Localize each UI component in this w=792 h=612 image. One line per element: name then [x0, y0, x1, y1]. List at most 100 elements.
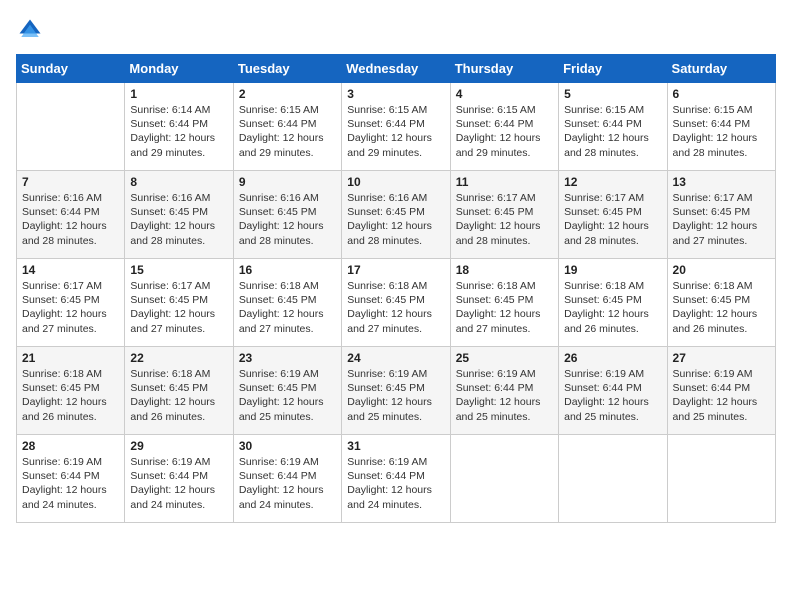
day-info: Sunrise: 6:19 AM Sunset: 6:44 PM Dayligh… [22, 455, 119, 512]
day-number: 10 [347, 175, 444, 189]
day-info: Sunrise: 6:19 AM Sunset: 6:44 PM Dayligh… [130, 455, 227, 512]
day-info: Sunrise: 6:15 AM Sunset: 6:44 PM Dayligh… [347, 103, 444, 160]
calendar-cell: 27 Sunrise: 6:19 AM Sunset: 6:44 PM Dayli… [667, 347, 775, 435]
calendar-cell: 2 Sunrise: 6:15 AM Sunset: 6:44 PM Daylig… [233, 83, 341, 171]
day-info: Sunrise: 6:16 AM Sunset: 6:44 PM Dayligh… [22, 191, 119, 248]
calendar-week-row: 1Sunrise: 6:14 AM Sunset: 6:44 PM Daylig… [17, 83, 776, 171]
day-number: 11 [456, 175, 553, 189]
day-number: 23 [239, 351, 336, 365]
calendar-cell: 31 Sunrise: 6:19 AM Sunset: 6:44 PM Dayli… [342, 435, 450, 523]
calendar-cell: 5 Sunrise: 6:15 AM Sunset: 6:44 PM Daylig… [559, 83, 667, 171]
weekday-header: Wednesday [342, 55, 450, 83]
day-number: 12 [564, 175, 661, 189]
weekday-header: Saturday [667, 55, 775, 83]
day-number: 15 [130, 263, 227, 277]
day-info: Sunrise: 6:15 AM Sunset: 6:44 PM Dayligh… [564, 103, 661, 160]
day-number: 16 [239, 263, 336, 277]
day-number: 20 [673, 263, 770, 277]
calendar-week-row: 28 Sunrise: 6:19 AM Sunset: 6:44 PM Dayli… [17, 435, 776, 523]
day-number: 8 [130, 175, 227, 189]
day-number: 17 [347, 263, 444, 277]
day-number: 31 [347, 439, 444, 453]
day-number: 18 [456, 263, 553, 277]
calendar-cell: 16 Sunrise: 6:18 AM Sunset: 6:45 PM Dayli… [233, 259, 341, 347]
calendar-cell: 28 Sunrise: 6:19 AM Sunset: 6:44 PM Dayli… [17, 435, 125, 523]
day-info: Sunrise: 6:19 AM Sunset: 6:44 PM Dayligh… [564, 367, 661, 424]
day-number: 1 [130, 87, 227, 101]
day-info: Sunrise: 6:15 AM Sunset: 6:44 PM Dayligh… [456, 103, 553, 160]
day-number: 21 [22, 351, 119, 365]
calendar-cell: 29Sunrise: 6:19 AM Sunset: 6:44 PM Dayli… [125, 435, 233, 523]
day-info: Sunrise: 6:19 AM Sunset: 6:45 PM Dayligh… [347, 367, 444, 424]
calendar-cell: 21 Sunrise: 6:18 AM Sunset: 6:45 PM Dayli… [17, 347, 125, 435]
day-number: 14 [22, 263, 119, 277]
calendar-week-row: 14 Sunrise: 6:17 AM Sunset: 6:45 PM Dayli… [17, 259, 776, 347]
day-number: 27 [673, 351, 770, 365]
day-info: Sunrise: 6:15 AM Sunset: 6:44 PM Dayligh… [239, 103, 336, 160]
day-number: 28 [22, 439, 119, 453]
calendar-week-row: 7 Sunrise: 6:16 AM Sunset: 6:44 PM Daylig… [17, 171, 776, 259]
day-info: Sunrise: 6:15 AM Sunset: 6:44 PM Dayligh… [673, 103, 770, 160]
calendar-cell: 12 Sunrise: 6:17 AM Sunset: 6:45 PM Dayli… [559, 171, 667, 259]
calendar-cell: 7 Sunrise: 6:16 AM Sunset: 6:44 PM Daylig… [17, 171, 125, 259]
day-number: 13 [673, 175, 770, 189]
day-info: Sunrise: 6:19 AM Sunset: 6:44 PM Dayligh… [673, 367, 770, 424]
day-info: Sunrise: 6:16 AM Sunset: 6:45 PM Dayligh… [130, 191, 227, 248]
calendar-cell: 11 Sunrise: 6:17 AM Sunset: 6:45 PM Dayli… [450, 171, 558, 259]
day-number: 30 [239, 439, 336, 453]
weekday-header: Sunday [17, 55, 125, 83]
calendar-cell: 17 Sunrise: 6:18 AM Sunset: 6:45 PM Dayli… [342, 259, 450, 347]
calendar-cell: 26 Sunrise: 6:19 AM Sunset: 6:44 PM Dayli… [559, 347, 667, 435]
day-info: Sunrise: 6:19 AM Sunset: 6:44 PM Dayligh… [347, 455, 444, 512]
day-number: 7 [22, 175, 119, 189]
weekday-header: Monday [125, 55, 233, 83]
day-number: 6 [673, 87, 770, 101]
calendar-cell: 10 Sunrise: 6:16 AM Sunset: 6:45 PM Dayli… [342, 171, 450, 259]
day-info: Sunrise: 6:17 AM Sunset: 6:45 PM Dayligh… [456, 191, 553, 248]
calendar-week-row: 21 Sunrise: 6:18 AM Sunset: 6:45 PM Dayli… [17, 347, 776, 435]
calendar-cell [559, 435, 667, 523]
calendar-cell: 6 Sunrise: 6:15 AM Sunset: 6:44 PM Daylig… [667, 83, 775, 171]
calendar-cell: 14 Sunrise: 6:17 AM Sunset: 6:45 PM Dayli… [17, 259, 125, 347]
calendar-cell: 1Sunrise: 6:14 AM Sunset: 6:44 PM Daylig… [125, 83, 233, 171]
calendar-cell: 15 Sunrise: 6:17 AM Sunset: 6:45 PM Dayli… [125, 259, 233, 347]
day-info: Sunrise: 6:18 AM Sunset: 6:45 PM Dayligh… [130, 367, 227, 424]
logo-icon [16, 16, 44, 44]
day-number: 9 [239, 175, 336, 189]
logo [16, 16, 48, 44]
calendar-header-row: SundayMondayTuesdayWednesdayThursdayFrid… [17, 55, 776, 83]
day-info: Sunrise: 6:18 AM Sunset: 6:45 PM Dayligh… [347, 279, 444, 336]
calendar-cell: 24 Sunrise: 6:19 AM Sunset: 6:45 PM Dayli… [342, 347, 450, 435]
day-info: Sunrise: 6:19 AM Sunset: 6:44 PM Dayligh… [239, 455, 336, 512]
calendar-cell: 3Sunrise: 6:15 AM Sunset: 6:44 PM Daylig… [342, 83, 450, 171]
calendar-cell: 4 Sunrise: 6:15 AM Sunset: 6:44 PM Daylig… [450, 83, 558, 171]
day-number: 4 [456, 87, 553, 101]
calendar-cell: 25Sunrise: 6:19 AM Sunset: 6:44 PM Dayli… [450, 347, 558, 435]
day-info: Sunrise: 6:17 AM Sunset: 6:45 PM Dayligh… [130, 279, 227, 336]
day-info: Sunrise: 6:19 AM Sunset: 6:44 PM Dayligh… [456, 367, 553, 424]
day-info: Sunrise: 6:18 AM Sunset: 6:45 PM Dayligh… [239, 279, 336, 336]
day-info: Sunrise: 6:17 AM Sunset: 6:45 PM Dayligh… [564, 191, 661, 248]
day-number: 24 [347, 351, 444, 365]
calendar-cell: 30 Sunrise: 6:19 AM Sunset: 6:44 PM Dayli… [233, 435, 341, 523]
calendar-cell [17, 83, 125, 171]
day-info: Sunrise: 6:16 AM Sunset: 6:45 PM Dayligh… [347, 191, 444, 248]
weekday-header: Friday [559, 55, 667, 83]
calendar-cell: 8 Sunrise: 6:16 AM Sunset: 6:45 PM Daylig… [125, 171, 233, 259]
day-info: Sunrise: 6:17 AM Sunset: 6:45 PM Dayligh… [22, 279, 119, 336]
weekday-header: Tuesday [233, 55, 341, 83]
calendar-cell: 13 Sunrise: 6:17 AM Sunset: 6:45 PM Dayli… [667, 171, 775, 259]
day-number: 2 [239, 87, 336, 101]
day-info: Sunrise: 6:18 AM Sunset: 6:45 PM Dayligh… [22, 367, 119, 424]
calendar-cell: 9 Sunrise: 6:16 AM Sunset: 6:45 PM Daylig… [233, 171, 341, 259]
day-info: Sunrise: 6:18 AM Sunset: 6:45 PM Dayligh… [456, 279, 553, 336]
day-number: 22 [130, 351, 227, 365]
calendar-table: SundayMondayTuesdayWednesdayThursdayFrid… [16, 54, 776, 523]
day-info: Sunrise: 6:17 AM Sunset: 6:45 PM Dayligh… [673, 191, 770, 248]
calendar-cell: 19Sunrise: 6:18 AM Sunset: 6:45 PM Dayli… [559, 259, 667, 347]
day-info: Sunrise: 6:16 AM Sunset: 6:45 PM Dayligh… [239, 191, 336, 248]
day-number: 26 [564, 351, 661, 365]
calendar-cell: 23Sunrise: 6:19 AM Sunset: 6:45 PM Dayli… [233, 347, 341, 435]
day-number: 5 [564, 87, 661, 101]
calendar-cell: 22 Sunrise: 6:18 AM Sunset: 6:45 PM Dayli… [125, 347, 233, 435]
